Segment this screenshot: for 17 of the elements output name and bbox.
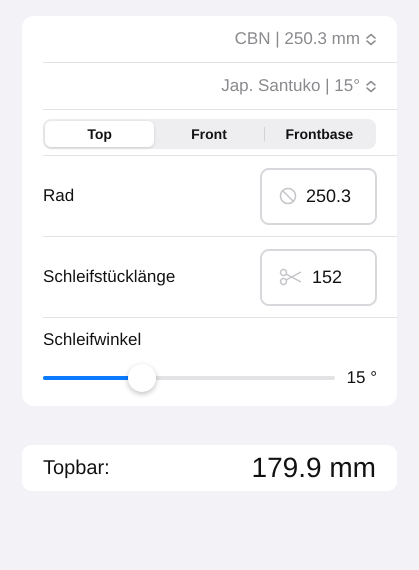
angle-slider[interactable]	[43, 364, 335, 392]
slider-reading: 15 °	[346, 368, 377, 388]
field-label: Schleifstücklänge	[43, 267, 176, 287]
number-field[interactable]: 152	[260, 248, 377, 306]
slider-thumb[interactable]	[128, 364, 156, 392]
scissors-icon	[279, 268, 303, 286]
chevron-updown-icon	[366, 80, 376, 92]
slider-label: Schleifwinkel	[43, 330, 142, 350]
chevron-updown-icon	[366, 32, 376, 46]
result-label: Topbar:	[43, 456, 110, 480]
circle-slash-icon	[279, 187, 297, 205]
segment-tab[interactable]: Top	[45, 121, 154, 147]
segment-tab[interactable]: Front	[154, 121, 264, 147]
segment-tab[interactable]: Frontbase	[264, 121, 374, 147]
field-label: Rad	[43, 186, 74, 206]
number-field[interactable]: 250.3	[260, 168, 377, 224]
result-value: 179.9 mm	[252, 452, 376, 484]
